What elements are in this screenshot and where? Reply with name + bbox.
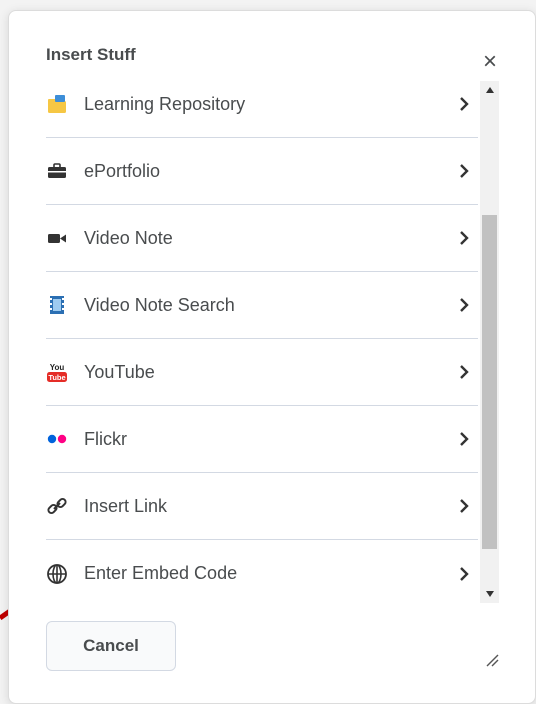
list-item-learning-repository[interactable]: Learning Repository <box>46 79 478 138</box>
chevron-right-icon <box>460 566 469 581</box>
list-item-label: Video Note <box>84 227 173 248</box>
insert-options-list: Learning Repository ePortfolio Video Not… <box>46 79 478 601</box>
resize-handle-icon[interactable] <box>483 651 499 667</box>
list-item-label: Flickr <box>84 428 127 449</box>
scrollbar-thumb[interactable] <box>482 215 497 549</box>
globe-icon <box>46 563 68 585</box>
list-item-label: YouTube <box>84 361 155 382</box>
learning-repository-icon <box>46 93 68 115</box>
insert-stuff-dialog: Insert Stuff × Learning Repository ePort… <box>8 10 536 704</box>
chevron-right-icon <box>460 97 469 111</box>
chevron-right-icon <box>460 231 469 245</box>
triangle-down-icon <box>485 591 494 597</box>
list-item-label: Enter Embed Code <box>84 563 238 583</box>
chevron-right-icon <box>460 298 469 312</box>
flickr-icon <box>46 428 68 450</box>
chevron-right-icon <box>460 432 469 446</box>
list-item-flickr[interactable]: Flickr <box>46 406 478 473</box>
svg-text:You: You <box>50 363 65 372</box>
close-icon: × <box>482 48 497 75</box>
scroll-up-button[interactable] <box>480 81 499 99</box>
chevron-right-icon <box>460 164 469 178</box>
briefcase-icon <box>46 160 68 182</box>
list-item-video-note[interactable]: Video Note <box>46 205 478 272</box>
list-item-label: ePortfolio <box>84 160 161 181</box>
list-item-video-note-search[interactable]: Video Note Search <box>46 272 478 339</box>
video-camera-icon <box>46 227 68 249</box>
list-item-youtube[interactable]: You Tube YouTube <box>46 339 478 406</box>
list-item-label: Video Note Search <box>84 294 235 315</box>
chevron-right-icon <box>460 499 469 513</box>
list-item-label: Learning Repository <box>84 93 246 114</box>
cancel-button[interactable]: Cancel <box>46 621 176 671</box>
scroll-down-button[interactable] <box>480 585 499 603</box>
svg-text:Tube: Tube <box>48 373 65 382</box>
list-item-label: Insert Link <box>84 495 168 516</box>
list-item-enter-embed-code[interactable]: Enter Embed Code <box>46 540 478 601</box>
triangle-up-icon <box>485 87 494 93</box>
youtube-icon: You Tube <box>46 361 68 383</box>
dialog-title: Insert Stuff <box>46 45 136 64</box>
list-item-insert-link[interactable]: Insert Link <box>46 473 478 540</box>
close-button[interactable]: × <box>477 48 503 75</box>
list-item-eportfolio[interactable]: ePortfolio <box>46 138 478 205</box>
chevron-right-icon <box>460 365 469 379</box>
link-icon <box>46 495 68 517</box>
list-scrollbar[interactable] <box>480 81 499 603</box>
video-search-icon <box>46 294 68 316</box>
